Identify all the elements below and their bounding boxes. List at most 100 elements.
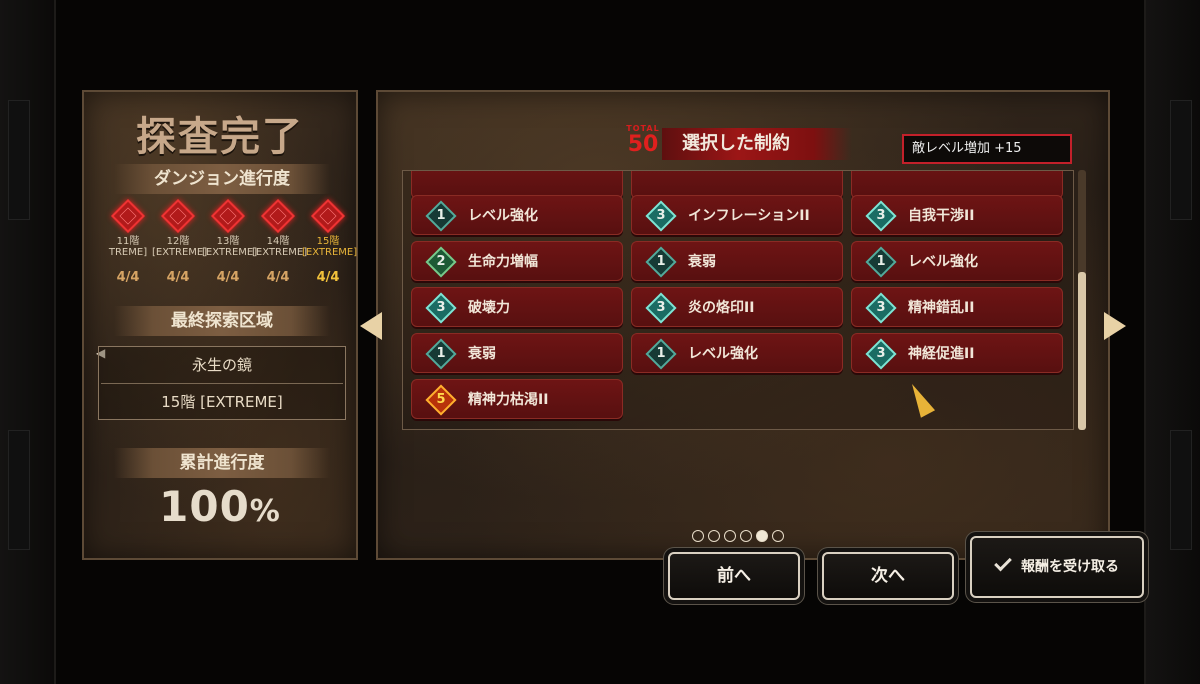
next-button[interactable]: 次へ [822,552,954,600]
floor-progress-item: 15階 [EXTREME] 4/4 [302,199,358,285]
constraint-level: 1 [436,208,446,223]
next-page-arrow-icon[interactable] [1104,312,1126,340]
constraint-name: 炎の烙印II [688,300,755,316]
floor-progress-count: 4/4 [116,270,140,285]
constraint-card[interactable]: 3 神経促進II [851,333,1063,373]
floor-progress-item: 14階 [EXTREME] 4/4 [252,199,307,285]
floor-progress-count: 4/4 [166,270,190,285]
constraint-name: レベル強化 [468,208,538,224]
constraint-level: 3 [436,300,446,315]
receive-reward-label: 報酬を受け取る [1021,559,1119,575]
floor-progress-count: 4/4 [316,270,340,285]
constraint-name: レベル強化 [688,346,758,362]
floor-emblem-icon [161,199,195,233]
exploration-summary-panel: 探査完了 ダンジョン進行度 ◀ 11階 TREME] 4/4 12階 [EXTREME]… [82,90,358,560]
page-dot[interactable] [772,530,784,542]
constraint-level: 3 [656,208,666,223]
frame-notch [8,100,30,220]
constraint-name: 衰弱 [468,346,496,362]
previous-button-label: 前へ [717,566,751,586]
constraint-level: 1 [436,346,446,361]
dungeon-progress-header: ダンジョン進行度 [114,164,330,194]
floor-progress-item: 13階 [EXTREME] 4/4 [202,199,258,285]
constraint-level: 1 [656,254,666,269]
floor-difficulty: [EXTREME] [202,247,258,258]
floor-emblem-icon [211,199,245,233]
constraint-level: 3 [876,208,886,223]
constraint-card[interactable]: 1 衰弱 [411,333,623,373]
frame-left [0,0,56,684]
constraint-grid[interactable]: 1 レベル強化 3 インフレーションII 3 自我干渉II 2 生命力増幅 1 衰弱 1 レベル強化 3… [402,170,1074,430]
constraint-name: 破壊力 [468,300,510,316]
constraint-card[interactable]: 3 炎の烙印II [631,287,843,327]
constraint-card[interactable]: 1 衰弱 [631,241,843,281]
frame-notch [8,430,30,550]
constraint-name: 生命力増幅 [468,254,538,270]
total-badge: TOTAL 50 [624,124,662,160]
floor-name: 15階 [316,236,340,247]
total-progress-unit: % [249,494,281,529]
constraint-card[interactable]: 3 自我干渉II [851,195,1063,235]
constraint-name: 精神錯乱II [908,300,975,316]
constraint-level: 3 [876,300,886,315]
scrollbar-thumb[interactable] [1078,272,1086,430]
constraint-level: 1 [876,254,886,269]
constraint-name: インフレーションII [688,208,810,224]
constraint-card[interactable]: 1 レベル強化 [631,333,843,373]
total-value: 50 [627,132,659,157]
constraint-card[interactable]: 5 精神力枯渇II [411,379,623,419]
constraint-level: 3 [876,346,886,361]
page-dot[interactable] [708,530,720,542]
floor-name: 13階 [216,236,240,247]
previous-page-arrow-icon[interactable] [360,312,382,340]
final-area-name: 永生の鏡 [191,356,252,374]
floor-difficulty: TREME] [108,247,148,258]
next-button-label: 次へ [871,566,905,586]
constraint-card[interactable]: 1 レベル強化 [411,195,623,235]
frame-right [1144,0,1200,684]
floor-difficulty: [EXTREME] [152,247,208,258]
total-progress-header: 累計進行度 [114,448,330,478]
exploration-complete-title: 探査完了 [136,114,304,160]
constraint-card[interactable]: 1 レベル強化 [851,241,1063,281]
total-progress-number: 100 [159,482,250,531]
page-dot[interactable] [692,530,704,542]
receive-reward-button[interactable]: 報酬を受け取る [970,536,1144,598]
constraint-scrollbar[interactable] [1078,170,1086,430]
page-dot[interactable] [724,530,736,542]
total-progress-value: 100% [84,482,356,531]
floor-name: 12階 [166,236,190,247]
constraint-card[interactable]: 2 生命力増幅 [411,241,623,281]
floor-progress-count: 4/4 [266,270,290,285]
final-area-floor: 15階 [EXTREME] [161,393,283,411]
selected-constraints-title: 選択した制約 [662,128,852,160]
frame-notch [1170,100,1192,220]
floor-emblem-icon [111,199,145,233]
constraint-card[interactable]: 3 精神錯乱II [851,287,1063,327]
constraint-card[interactable]: 3 破壊力 [411,287,623,327]
page-dot[interactable] [756,530,768,542]
floor-name: 11階 [116,236,140,247]
floor-difficulty: [EXTREME] [302,247,358,258]
final-area-header: 最終探索区域 [114,306,330,336]
floor-progress-list: ◀ 11階 TREME] 4/4 12階 [EXTREME] 4/4 13階 [EXTREME… [92,199,358,360]
constraint-level: 5 [436,392,446,407]
enemy-level-increase: 敵レベル増加 +15 [902,134,1072,164]
constraint-name: レベル強化 [908,254,978,270]
constraints-panel: TOTAL 50 選択した制約 敵レベル増加 +15 1 レベル強化 3 インフレーシ… [376,90,1110,560]
page-dot[interactable] [740,530,752,542]
constraint-level: 2 [436,254,446,269]
constraint-name: 衰弱 [688,254,716,270]
frame-notch [1170,430,1192,550]
check-icon [994,553,1012,572]
constraint-card[interactable]: 3 インフレーションII [631,195,843,235]
constraint-name: 精神力枯渇II [468,392,549,408]
floor-name: 14階 [266,236,290,247]
constraint-level: 3 [656,300,666,315]
floor-progress-item: 11階 TREME] 4/4 [102,199,154,285]
previous-button[interactable]: 前へ [668,552,800,600]
constraint-name: 神経促進II [908,346,975,362]
floor-progress-count: 4/4 [216,270,240,285]
constraint-name: 自我干渉II [908,208,975,224]
floor-emblem-icon [261,199,295,233]
